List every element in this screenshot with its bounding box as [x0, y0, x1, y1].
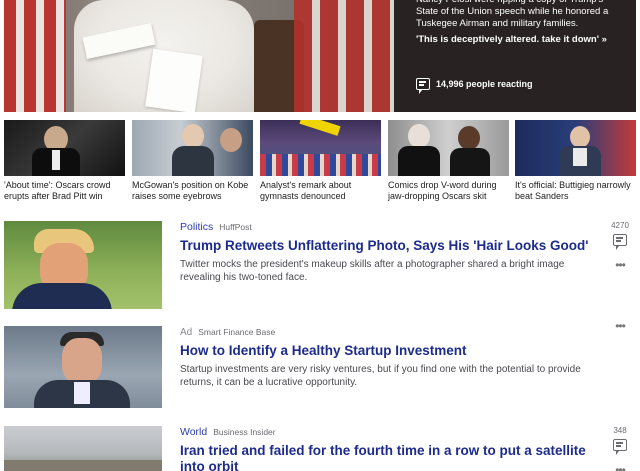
hero-quote-link[interactable]: 'This is deceptively altered. take it do… — [416, 34, 626, 46]
hero-description: Nancy Pelosi were ripping a copy of Trum… — [416, 0, 609, 29]
trending-caption[interactable]: 'About time': Oscars crowd erupts after … — [4, 180, 125, 202]
trending-item[interactable]: Analyst's remark about gymnasts denounce… — [260, 120, 381, 202]
article-source: Smart Finance Base — [198, 327, 276, 337]
trending-thumbnail[interactable] — [4, 120, 125, 176]
trending-caption[interactable]: Comics drop V-word during jaw-dropping O… — [388, 180, 509, 202]
trending-item[interactable]: It's official: Buttigieg narrowly beat S… — [515, 120, 636, 202]
chat-icon — [416, 78, 430, 94]
hero-image[interactable] — [4, 0, 394, 112]
trending-thumbnail[interactable] — [388, 120, 509, 176]
trending-item[interactable]: 'About time': Oscars crowd erupts after … — [4, 120, 125, 202]
article-summary: Startup investments are very risky ventu… — [180, 364, 581, 388]
trending-strip: 'About time': Oscars crowd erupts after … — [4, 120, 636, 204]
article-image[interactable] — [4, 426, 162, 471]
article-headline[interactable]: How to Identify a Healthy Startup Invest… — [180, 343, 600, 359]
ad-label: Ad — [180, 327, 193, 338]
article-meta: World Business Insider — [180, 426, 600, 439]
article-actions: 348 ••• — [608, 426, 632, 471]
trending-caption[interactable]: Analyst's remark about gymnasts denounce… — [260, 180, 381, 202]
more-options-icon[interactable]: ••• — [608, 259, 632, 271]
trending-item[interactable]: McGowan's position on Kobe raises some e… — [132, 120, 253, 202]
article-meta: Ad Smart Finance Base — [180, 326, 600, 339]
hero-flag-right — [294, 0, 394, 112]
trending-caption[interactable]: It's official: Buttigieg narrowly beat S… — [515, 180, 636, 202]
hero-story[interactable]: Nancy Pelosi were ripping a copy of Trum… — [4, 0, 636, 112]
article-headline[interactable]: Trump Retweets Unflattering Photo, Says … — [180, 238, 600, 254]
trending-item[interactable]: Comics drop V-word during jaw-dropping O… — [388, 120, 509, 202]
hero-papers-2 — [145, 48, 203, 112]
trending-thumbnail[interactable] — [132, 120, 253, 176]
trending-thumbnail[interactable] — [260, 120, 381, 176]
hero-text-panel: Nancy Pelosi were ripping a copy of Trum… — [394, 0, 636, 112]
article-summary: Twitter mocks the president's makeup ski… — [180, 259, 565, 283]
hero-flag-left — [4, 0, 66, 112]
article-actions: ••• — [608, 320, 632, 332]
article-meta: Politics HuffPost — [180, 221, 600, 234]
article-source: HuffPost — [219, 222, 252, 232]
trending-thumbnail[interactable] — [515, 120, 636, 176]
article-text: Politics HuffPost Trump Retweets Unflatte… — [180, 221, 600, 284]
article-image[interactable] — [4, 221, 162, 309]
comment-count: 4270 — [611, 221, 629, 230]
comment-icon[interactable] — [613, 439, 627, 455]
hero-reactions-count: 14,996 people reacting — [436, 79, 533, 89]
comment-icon[interactable] — [613, 234, 627, 250]
article-text: World Business Insider Iran tried and fai… — [180, 426, 600, 471]
article-source: Business Insider — [213, 427, 276, 437]
comment-count: 348 — [613, 426, 627, 435]
trending-caption[interactable]: McGowan's position on Kobe raises some e… — [132, 180, 253, 202]
hero-reactions[interactable]: 14,996 people reacting — [416, 78, 533, 94]
article-actions: 4270 ••• — [608, 221, 632, 271]
article-headline[interactable]: Iran tried and failed for the fourth tim… — [180, 443, 600, 471]
more-options-icon[interactable]: ••• — [608, 464, 632, 471]
article-category[interactable]: World — [180, 426, 207, 438]
article-image[interactable] — [4, 326, 162, 408]
more-options-icon[interactable]: ••• — [608, 320, 632, 332]
article-text: Ad Smart Finance Base How to Identify a H… — [180, 326, 600, 389]
article-category[interactable]: Politics — [180, 221, 213, 233]
